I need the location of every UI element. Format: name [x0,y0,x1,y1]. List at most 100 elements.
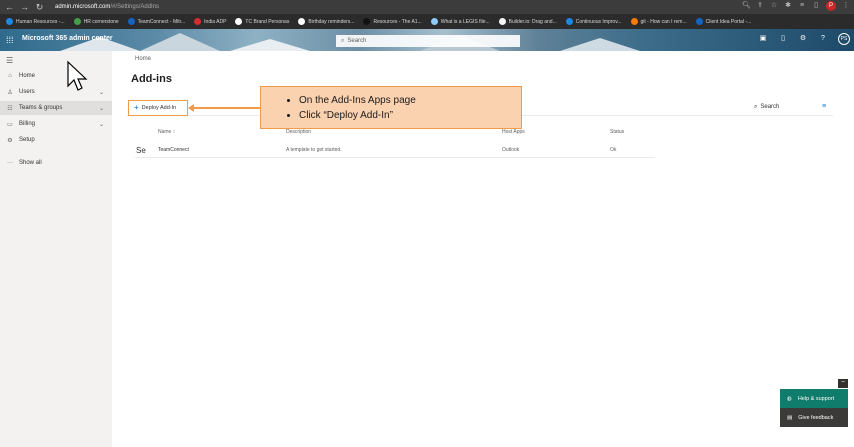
bookmark-favicon-icon [498,18,506,25]
address-bar[interactable]: admin.microsoft.com /#/Settings/AddIns [55,4,159,10]
bookmarks-bar: Human Resources -... HR cornerstone TeamCo… [0,14,854,29]
sidebar-item-label: Show all [19,160,42,166]
addin-host-apps: Outlook [502,147,520,153]
hamburger-menu-icon[interactable]: ☰ [6,56,13,65]
bookmark-item[interactable]: Birthday reminders... [298,18,354,25]
search-input[interactable]: ⌕ Search [336,35,520,47]
terminal-icon[interactable]: ▣ [758,33,768,45]
bookmark-item[interactable]: HR cornerstone [73,18,119,25]
callout-arrow-line [192,107,260,109]
bookmark-favicon-icon [298,18,306,25]
sidebar-item-teams-groups[interactable]: ☷ Teams & groups ⌄ [0,101,112,115]
give-feedback-label: Give feedback [798,414,834,421]
setup-icon: ⚙ [7,137,13,144]
screenshot-root: ← → ↻ admin.microsoft.com /#/Settings/Ad… [0,0,854,447]
teams-icon: ☷ [7,105,13,112]
callout-list: On the Add-Ins Apps page Click “Deploy A… [281,93,521,123]
bookmark-item[interactable]: India ADP [194,18,226,25]
addin-description: A template to get started. [286,147,342,153]
bookmark-item[interactable]: git - How can I rem... [630,18,687,25]
column-header-host-apps[interactable]: Host Apps [502,129,525,135]
chevron-down-icon[interactable]: ⌄ [99,89,104,96]
bookmark-favicon-icon [6,18,13,25]
page-title: Add-ins [131,73,172,85]
bookmark-label: git - How can I rem... [640,18,687,25]
billing-icon: ▭ [7,121,13,128]
extensions-icon[interactable]: ✱ [784,1,792,11]
addin-name[interactable]: TeamConnect [158,147,189,153]
sidebar-item-show-all[interactable]: ··· Show all [0,156,112,170]
bookmark-label: TeamConnect - Mitr... [137,18,186,25]
give-feedback-button[interactable]: ▤ Give feedback [780,408,848,427]
reading-list-icon[interactable]: ≡ [798,1,806,11]
filter-lines-icon[interactable]: ≡ [822,103,826,110]
m365-header: ⁞⁞⁞ Microsoft 365 admin center ⌕ Search … [0,29,854,51]
search-icon: ⌕ [754,104,758,110]
menu-kebab-icon[interactable]: ⋮ [842,1,850,11]
bookmark-favicon-icon [363,18,371,25]
search-placeholder: Search [347,38,367,44]
sidepanel-icon[interactable]: ▯ [812,1,820,11]
bookmark-label: Client Idea Portal -... [705,18,752,25]
home-icon: ⌂ [8,73,12,79]
list-search-label: Search [760,104,780,110]
header-actions: ▣ ▯ ⚙ ? PS [758,33,850,45]
bookmark-label: Resources - The A1... [373,18,422,25]
app-name[interactable]: Microsoft 365 admin center [22,35,113,42]
sidebar-item-users[interactable]: ♙ Users ⌄ [0,85,112,99]
profile-avatar[interactable]: P [826,1,836,11]
help-support-label: Help & support [797,395,835,402]
sidebar-item-label: Setup [19,137,35,143]
callout-line: Click “Deploy Add-In” [299,108,521,123]
more-icon: ··· [7,160,13,166]
bookmark-item[interactable]: Continuous Improv... [565,18,622,25]
chevron-down-icon[interactable]: ⌄ [99,105,104,112]
list-search-button[interactable]: ⌕ Search [754,104,779,111]
bookmark-favicon-icon [127,18,135,25]
column-header-description[interactable]: Description [286,129,311,135]
bookmark-favicon-icon [565,18,573,25]
user-avatar[interactable]: PS [838,33,850,45]
share-icon[interactable]: ⇪ [756,1,764,11]
table-row[interactable] [135,140,655,158]
plus-icon: + [134,103,139,112]
sidebar-item-setup[interactable]: ⚙ Setup [0,133,112,147]
forward-arrow-icon[interactable]: → [19,1,30,13]
app-launcher-icon[interactable]: ⁞⁞⁞ [6,35,16,45]
column-header-status[interactable]: Status [610,129,624,135]
bookmark-favicon-icon [73,18,81,25]
bookmark-item[interactable]: TeamConnect - Mitr... [127,18,186,25]
bookmark-item[interactable]: Builder.io: Drag and... [498,18,557,25]
sidebar-item-label: Home [19,73,36,79]
browser-toolbar: ← → ↻ admin.microsoft.com /#/Settings/Ad… [0,0,854,14]
feedback-icon: ▤ [787,414,793,421]
help-support-icon: ◍ [787,395,792,402]
back-arrow-icon[interactable]: ← [4,1,15,13]
deploy-add-in-button[interactable]: + Deploy Add-In [128,100,188,116]
column-header-name[interactable]: Name ↑ [158,129,175,135]
zoom-icon[interactable]: 🔍︎ [742,1,751,11]
url-host: admin.microsoft.com [55,4,111,10]
mobile-icon[interactable]: ▯ [778,33,788,45]
bookmark-item[interactable]: TC Brand Personas [235,18,289,25]
bookmark-item[interactable]: Human Resources -... [6,18,65,25]
help-minimize-button[interactable]: − [838,379,848,388]
settings-gear-icon[interactable]: ⚙ [798,33,808,45]
sidebar-item-home[interactable]: ⌂ Home [0,69,112,83]
mouse-pointer-icon [67,60,88,91]
breadcrumb[interactable]: Home [135,56,151,62]
browser-actions: 🔍︎ ⇪ ☆ ✱ ≡ ▯ P ⋮ [742,1,850,11]
help-support-button[interactable]: ◍ Help & support [780,389,848,408]
bookmark-favicon-icon [194,18,202,25]
bookmark-label: Birthday reminders... [308,18,355,25]
bookmark-star-icon[interactable]: ☆ [770,1,778,11]
reload-icon[interactable]: ↻ [34,1,45,13]
bookmark-label: HR cornerstone [83,18,119,25]
help-question-icon[interactable]: ? [818,33,828,45]
sidebar-item-label: Teams & groups [19,105,63,111]
chevron-down-icon[interactable]: ⌄ [99,121,104,128]
bookmark-item[interactable]: Client Idea Portal -... [695,18,752,25]
bookmark-item[interactable]: Resources - The A1... [363,18,422,25]
bookmark-item[interactable]: What is a LEGIS file... [430,18,490,25]
sidebar-item-billing[interactable]: ▭ Billing ⌄ [0,117,112,131]
